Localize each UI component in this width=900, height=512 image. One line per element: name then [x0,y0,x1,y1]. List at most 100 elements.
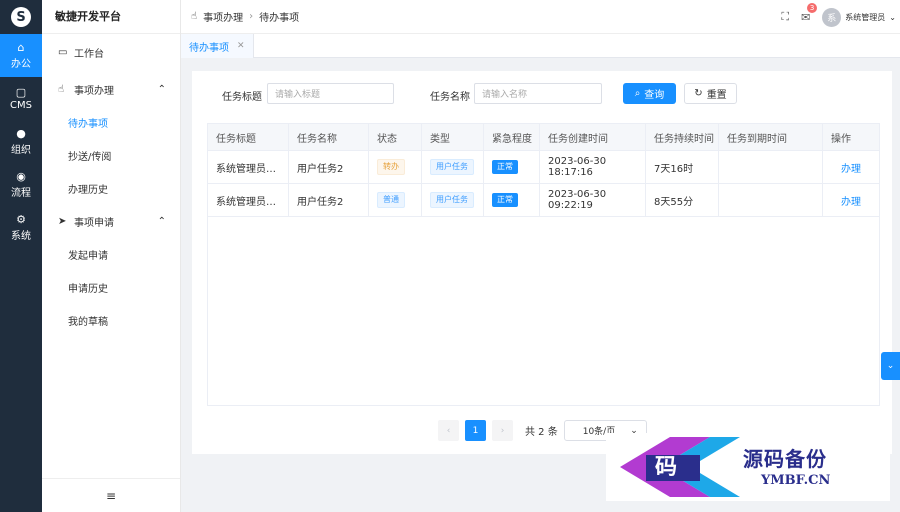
breadcrumb-separator: › [249,11,254,22]
cell-created: 2023-06-30 18:17:16 [539,150,646,184]
urgency-badge: 正常 [492,193,518,207]
type-badge: 用户任务 [430,159,474,175]
home-icon: ⌂ [17,40,25,54]
table-row[interactable]: 系统管理员… 用户任务2 普通 用户任务 正常 2023-06-30 09:22… [207,183,880,217]
main-card: 任务标题 请输入标题 任务名称 请输入名称 ⌕ 查询 ↻ 重置 任务标题 任务名称 … [192,71,892,454]
hamburger-icon: ≡ [105,488,117,503]
tab-todo[interactable]: 待办事项 ✕ [181,34,254,58]
column-header: 任务名称 [288,123,369,151]
name-input[interactable]: 请输入名称 [474,83,602,104]
table-header-row: 任务标题 任务名称 状态 类型 紧急程度 任务创建时间 任务持续时间 任务到期时… [207,123,880,151]
watermark-glyph: 码 [655,454,678,480]
column-header: 任务持续时间 [645,123,719,151]
close-icon[interactable]: ✕ [237,41,245,51]
watermark: 码 源码备份 YMBF.CN [606,433,890,501]
cell-name: 用户任务2 [288,183,369,217]
cell-created: 2023-06-30 09:22:19 [539,183,646,217]
menu-item-drafts[interactable]: 我的草稿 [42,304,180,337]
chevron-up-icon: ⌃ [157,216,166,227]
rail-item-label: CMS [10,99,32,111]
gear-icon: ⚙ [16,212,26,226]
menu-item-start-apply[interactable]: 发起申请 [42,238,180,271]
rail-item-office[interactable]: ⌂ 办公 [0,34,42,77]
menu-item-apply-history[interactable]: 申请历史 [42,271,180,304]
fullscreen-icon[interactable]: ⛶ [781,10,789,24]
handle-link[interactable]: 办理 [841,164,861,175]
cell-duration: 7天16时 [645,150,719,184]
breadcrumb-item[interactable]: 事项办理 [203,9,243,24]
breadcrumb: ☝ 事项办理 › 待办事项 [181,9,299,24]
cell-duration: 8天55分 [645,183,719,217]
cell-name: 用户任务2 [288,150,369,184]
column-header: 任务到期时间 [718,123,823,151]
breadcrumb-item: 待办事项 [259,13,300,24]
title-label: 任务标题 [222,92,262,103]
query-button[interactable]: ⌕ 查询 [623,83,676,104]
column-header: 状态 [368,123,422,151]
menu-group-process[interactable]: ☝ 事项办理 ⌃ [42,73,180,106]
hand-icon: ☝ [191,11,198,22]
cms-icon: ▢ [15,85,27,99]
rail-item-cms[interactable]: ▢ CMS [0,77,42,120]
menu-group-apply[interactable]: ➤ 事项申请 ⌃ [42,205,180,238]
search-form: 任务标题 请输入标题 任务名称 请输入名称 ⌕ 查询 ↻ 重置 [192,83,892,107]
status-badge: 普通 [377,192,405,208]
user-icon: ● [16,126,26,140]
chevron-down-icon: ⌄ [886,361,895,371]
tabs-bar: 待办事项 ✕ [181,34,900,58]
next-page-button[interactable]: › [492,420,513,441]
menu-item-history[interactable]: 办理历史 [42,172,180,205]
rail-item-system[interactable]: ⚙ 系统 [0,206,42,249]
rail-item-label: 办公 [11,58,31,70]
title-input[interactable]: 请输入标题 [267,83,394,104]
collapse-menu-button[interactable]: ≡ [42,478,180,512]
cell-due [718,150,823,184]
menu-item-workbench[interactable]: ▭ 工作台 [42,36,180,69]
rail-item-org[interactable]: ● 组织 [0,120,42,163]
user-menu[interactable]: 系 系统管理员 ⌄ [822,7,896,27]
rail-item-label: 组织 [11,144,31,156]
task-table: 任务标题 任务名称 状态 类型 紧急程度 任务创建时间 任务持续时间 任务到期时… [207,123,880,217]
menu-item-todo[interactable]: 待办事项 [42,106,180,139]
rail-item-flow[interactable]: ◉ 流程 [0,163,42,206]
page-number[interactable]: 1 [465,420,486,441]
monitor-icon: ▭ [58,47,68,58]
total-count: 共 2 条 [525,427,558,438]
app-logo: S [0,0,42,34]
handle-link[interactable]: 办理 [841,197,861,208]
user-name: 系统管理员 [845,12,886,22]
cell-title: 系统管理员… [207,150,289,184]
logo-icon: S [11,7,31,27]
refresh-icon: ↻ [694,88,703,99]
urgency-badge: 正常 [492,160,518,174]
hand-icon: ☝ [58,84,65,95]
column-header: 紧急程度 [483,123,540,151]
column-header: 操作 [822,123,880,151]
floating-panel-button[interactable]: ⌄ [881,352,900,380]
prev-page-button[interactable]: ‹ [438,420,459,441]
cell-title: 系统管理员… [207,183,289,217]
flow-icon: ◉ [16,169,26,183]
notification-badge: 3 [806,2,818,13]
module-rail: S ⌂ 办公 ▢ CMS ● 组织 ◉ 流程 ⚙ 系统 [0,0,42,512]
top-header: ☝ 事项办理 › 待办事项 ⛶ ✉ 3 系 系统管理员 ⌄ [181,0,900,34]
app-title: 敏捷开发平台 [42,0,180,34]
send-icon: ➤ [58,216,67,227]
search-icon: ⌕ [634,88,641,99]
message-icon[interactable]: ✉ 3 [801,2,818,24]
menu-item-cc[interactable]: 抄送/传阅 [42,139,180,172]
table-row[interactable]: 系统管理员… 用户任务2 转办 用户任务 正常 2023-06-30 18:17… [207,150,880,184]
watermark-url: YMBF.CN [761,473,831,488]
watermark-title: 源码备份 [743,447,827,471]
status-badge: 转办 [377,159,405,175]
name-label: 任务名称 [430,92,470,103]
sidebar-menu: 敏捷开发平台 ▭ 工作台 ☝ 事项办理 ⌃ 待办事项 抄送/传阅 办理历史 ➤ 事项… [42,0,181,512]
column-header: 任务创建时间 [539,123,646,151]
column-header: 任务标题 [207,123,289,151]
table-empty-area [207,216,880,406]
column-header: 类型 [421,123,484,151]
chevron-down-icon: ⌄ [889,12,896,22]
rail-item-label: 流程 [11,187,31,199]
avatar: 系 [822,7,842,27]
reset-button[interactable]: ↻ 重置 [684,83,737,104]
